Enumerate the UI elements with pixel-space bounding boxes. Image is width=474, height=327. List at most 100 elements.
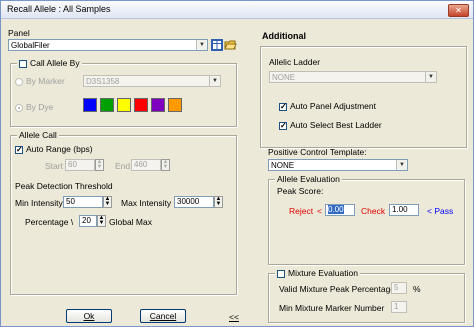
mixture-evaluation-checkbox[interactable] (277, 269, 285, 278)
open-folder-icon[interactable] (224, 38, 237, 50)
percentage-label: Percentage \ (25, 217, 74, 227)
allelic-ladder-value: NONE (272, 73, 296, 82)
allele-evaluation-group: Allele Evaluation Peak Score: Reject < 0… (268, 174, 465, 265)
global-max-label: Global Max (109, 217, 152, 227)
percentage-spinner[interactable]: ▲ ▼ (97, 215, 106, 227)
marker-select[interactable]: D3S1358 ▼ (83, 75, 221, 87)
check-threshold-value: 1.00 (392, 205, 408, 214)
chevron-down-icon[interactable]: ▼ (196, 40, 207, 50)
call-allele-by-label: Call Allele By (30, 58, 80, 68)
reject-label: Reject (289, 206, 314, 216)
dye-swatch-red[interactable] (134, 98, 148, 112)
end-input[interactable]: 460 (131, 159, 161, 171)
auto-panel-adjustment-checkbox[interactable]: ✓ (279, 102, 287, 111)
allele-call-label: Allele Call (17, 130, 59, 140)
min-mixture-marker-label: Min Mixture Marker Number (279, 303, 385, 313)
close-button[interactable]: ✕ (448, 4, 469, 17)
max-intensity-label: Max Intensity (121, 198, 172, 208)
title-bar: Recall Allele : All Samples ✕ (1, 1, 473, 19)
auto-select-best-ladder-option[interactable]: ✓ Auto Select Best Ladder (279, 120, 382, 130)
by-dye-radio[interactable] (15, 103, 23, 112)
reject-threshold-value: 0.00 (328, 205, 344, 214)
auto-panel-adjustment-label: Auto Panel Adjustment (290, 101, 377, 111)
dye-swatch-green[interactable] (100, 98, 114, 112)
max-intensity-spinner[interactable]: ▲ ▼ (214, 196, 223, 208)
start-value: 60 (68, 160, 77, 169)
peak-detection-threshold-label: Peak Detection Threshold (15, 181, 113, 191)
start-spinner[interactable]: ▲ ▼ (95, 159, 104, 171)
allele-call-group: Allele Call ✓ Auto Range (bps) Start 60 ▲… (10, 130, 237, 295)
additional-title: Additional (262, 31, 306, 41)
min-intensity-input[interactable]: 50 (63, 196, 103, 208)
chevron-down-icon[interactable]: ▼ (209, 76, 220, 86)
ladder-group: Allelic Ladder NONE ▼ ✓ Auto Panel Adjust… (260, 46, 467, 148)
panel-label: Panel (8, 28, 30, 38)
percentage-value: 20 (82, 216, 91, 225)
reject-threshold-input[interactable]: 0.00 (325, 204, 355, 216)
dye-swatch-purple[interactable] (151, 98, 165, 112)
check-label: Check (361, 206, 386, 216)
pass-label: < Pass (427, 206, 454, 216)
auto-panel-adjustment-option[interactable]: ✓ Auto Panel Adjustment (279, 101, 376, 111)
min-intensity-value: 50 (66, 197, 75, 206)
mixture-evaluation-label: Mixture Evaluation (288, 268, 358, 278)
collapse-link[interactable]: << (229, 312, 239, 322)
mixture-evaluation-group: Mixture Evaluation Valid Mixture Peak Pe… (268, 268, 465, 323)
cancel-button[interactable]: Cancel (140, 309, 186, 323)
by-marker-radio[interactable] (15, 77, 23, 86)
min-intensity-spinner[interactable]: ▲ ▼ (103, 196, 112, 208)
cancel-button-label: Cancel (149, 311, 177, 321)
chevron-down-icon[interactable]: ▼ (396, 160, 407, 170)
percent-sign: % (413, 284, 421, 294)
dye-swatch-orange[interactable] (168, 98, 182, 112)
by-dye-option[interactable]: By Dye (15, 102, 53, 112)
valid-mixture-peak-percentage-value: 5 (394, 283, 399, 292)
reject-lt-label: < (317, 206, 322, 216)
auto-range-checkbox[interactable]: ✓ (15, 145, 23, 154)
auto-select-best-ladder-label: Auto Select Best Ladder (290, 120, 382, 130)
dye-swatches (83, 98, 203, 112)
auto-select-best-ladder-checkbox[interactable]: ✓ (279, 121, 287, 130)
valid-mixture-peak-percentage-label: Valid Mixture Peak Percentage (279, 284, 396, 294)
max-intensity-value: 30000 (177, 197, 200, 206)
panel-select[interactable]: GlobalFiler ▼ (8, 39, 208, 51)
auto-range-label: Auto Range (bps) (26, 144, 93, 154)
dialog-body: Panel GlobalFiler ▼ Call Allele By By Ma… (1, 19, 473, 326)
ok-button[interactable]: Ok (66, 309, 112, 323)
dye-swatch-yellow[interactable] (117, 98, 131, 112)
positive-control-label: Positive Control Template: (268, 147, 367, 157)
start-input[interactable]: 60 (65, 159, 95, 171)
end-value: 460 (134, 160, 148, 169)
by-marker-option[interactable]: By Marker (15, 76, 65, 86)
end-label: End (115, 161, 131, 171)
marker-select-value: D3S1358 (86, 77, 120, 86)
valid-mixture-peak-percentage-input[interactable]: 5 (391, 282, 407, 294)
max-intensity-input[interactable]: 30000 (174, 196, 214, 208)
window-title: Recall Allele : All Samples (7, 4, 111, 14)
percentage-input[interactable]: 20 (79, 215, 97, 227)
positive-control-select[interactable]: NONE ▼ (268, 159, 408, 171)
allelic-ladder-label: Allelic Ladder (269, 57, 321, 67)
table-icon[interactable] (211, 39, 223, 51)
call-allele-by-header[interactable]: Call Allele By (17, 58, 82, 68)
call-allele-by-checkbox[interactable] (19, 59, 27, 68)
peak-score-label: Peak Score: (277, 186, 324, 196)
allele-evaluation-label: Allele Evaluation (275, 174, 342, 184)
mixture-evaluation-header[interactable]: Mixture Evaluation (275, 268, 360, 278)
call-allele-by-group: Call Allele By By Marker D3S1358 ▼ By Dy… (10, 58, 237, 127)
min-mixture-marker-value: 1 (394, 302, 399, 311)
check-threshold-input[interactable]: 1.00 (389, 204, 419, 216)
by-marker-label: By Marker (26, 76, 65, 86)
min-intensity-label: Min Intensity (15, 198, 63, 208)
positive-control-value: NONE (271, 161, 295, 170)
chevron-down-icon[interactable]: ▼ (425, 72, 436, 82)
end-spinner[interactable]: ▲ ▼ (161, 159, 170, 171)
start-label: Start (45, 161, 63, 171)
allelic-ladder-select[interactable]: NONE ▼ (269, 71, 437, 83)
min-mixture-marker-input[interactable]: 1 (391, 301, 407, 313)
panel-select-value: GlobalFiler (11, 41, 50, 50)
ok-button-label: Ok (83, 311, 95, 321)
recall-allele-dialog: Recall Allele : All Samples ✕ Panel Glob… (0, 0, 474, 327)
auto-range-option[interactable]: ✓ Auto Range (bps) (15, 144, 93, 154)
dye-swatch-blue[interactable] (83, 98, 97, 112)
